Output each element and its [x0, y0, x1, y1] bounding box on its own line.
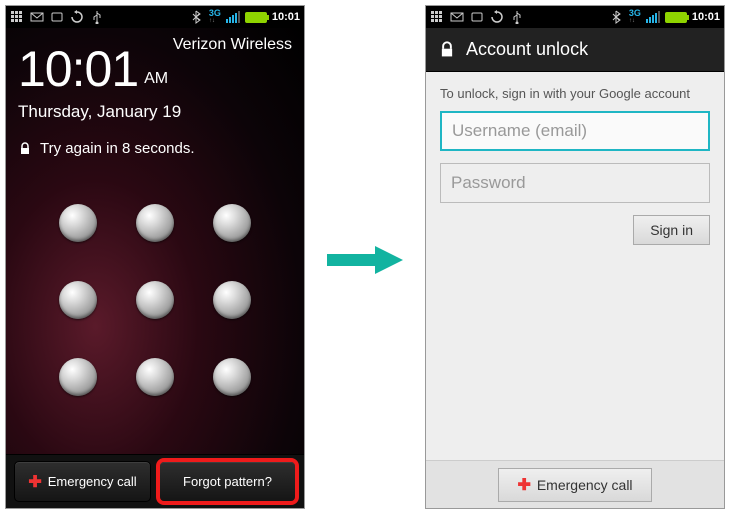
lock-body: Verizon Wireless 10:01 AM Thursday, Janu… — [6, 28, 304, 454]
usb-icon — [510, 10, 524, 24]
grid-icon — [10, 10, 24, 24]
arrow-icon — [325, 242, 405, 278]
clock-ampm: AM — [144, 70, 168, 98]
instruction-text: To unlock, sign in with your Google acco… — [440, 86, 710, 101]
mail-icon — [30, 10, 44, 24]
battery-icon — [245, 12, 267, 23]
date-label: Thursday, January 19 — [18, 102, 292, 122]
clock-time: 10:01 — [18, 40, 138, 98]
lock-icon — [18, 142, 32, 156]
lock-icon — [438, 41, 456, 59]
emergency-call-label: Emergency call — [537, 477, 633, 493]
signal-icon — [226, 11, 240, 23]
emergency-call-button[interactable]: ✚ Emergency call — [14, 461, 151, 502]
page-title: Account unlock — [466, 39, 588, 60]
pattern-dot[interactable] — [213, 204, 251, 242]
lock-message: Try again in 8 seconds. — [18, 140, 292, 157]
username-placeholder: Username (email) — [452, 121, 587, 141]
pattern-dot[interactable] — [136, 204, 174, 242]
plus-icon: ✚ — [28, 472, 41, 492]
status-bar: 3G↑↓ 10:01 — [426, 6, 724, 28]
pattern-dot[interactable] — [136, 281, 174, 319]
sign-in-button[interactable]: Sign in — [633, 215, 710, 245]
pattern-dot[interactable] — [136, 358, 174, 396]
sync-icon — [490, 10, 504, 24]
unlock-body: To unlock, sign in with your Google acco… — [426, 72, 724, 460]
usb-icon — [90, 10, 104, 24]
signal-icon — [646, 11, 660, 23]
network-type: 3G↑↓ — [629, 9, 641, 25]
username-field[interactable]: Username (email) — [440, 111, 710, 151]
mail-icon — [450, 10, 464, 24]
pattern-dot[interactable] — [59, 204, 97, 242]
sync-icon — [70, 10, 84, 24]
forgot-pattern-label: Forgot pattern? — [183, 474, 272, 489]
emergency-bar: ✚ Emergency call — [426, 460, 724, 508]
pattern-dot[interactable] — [213, 358, 251, 396]
pattern-grid[interactable] — [40, 185, 270, 415]
flow-arrow — [305, 0, 425, 520]
password-field[interactable]: Password — [440, 163, 710, 203]
card-icon — [50, 10, 64, 24]
status-time: 10:01 — [692, 11, 720, 23]
title-bar: Account unlock — [426, 28, 724, 72]
emergency-call-label: Emergency call — [48, 474, 137, 489]
card-icon — [470, 10, 484, 24]
bluetooth-icon — [610, 10, 624, 24]
emergency-call-button[interactable]: ✚ Emergency call — [498, 468, 651, 502]
bluetooth-icon — [190, 10, 204, 24]
pattern-dot[interactable] — [59, 281, 97, 319]
status-bar: 3G↑↓ 10:01 — [6, 6, 304, 28]
lock-message-text: Try again in 8 seconds. — [40, 140, 195, 157]
plus-icon: ✚ — [517, 475, 530, 495]
sign-in-label: Sign in — [650, 222, 693, 238]
account-unlock-screen: 3G↑↓ 10:01 Account unlock To unlock, sig… — [425, 5, 725, 509]
password-placeholder: Password — [451, 173, 526, 193]
pattern-dot[interactable] — [213, 281, 251, 319]
network-type: 3G↑↓ — [209, 9, 221, 25]
lock-screen: 3G↑↓ 10:01 Verizon Wireless 10:01 AM Thu… — [5, 5, 305, 509]
battery-icon — [665, 12, 687, 23]
grid-icon — [430, 10, 444, 24]
status-time: 10:01 — [272, 11, 300, 23]
forgot-pattern-button[interactable]: Forgot pattern? — [159, 461, 296, 502]
pattern-dot[interactable] — [59, 358, 97, 396]
bottom-bar: ✚ Emergency call Forgot pattern? — [6, 454, 304, 508]
